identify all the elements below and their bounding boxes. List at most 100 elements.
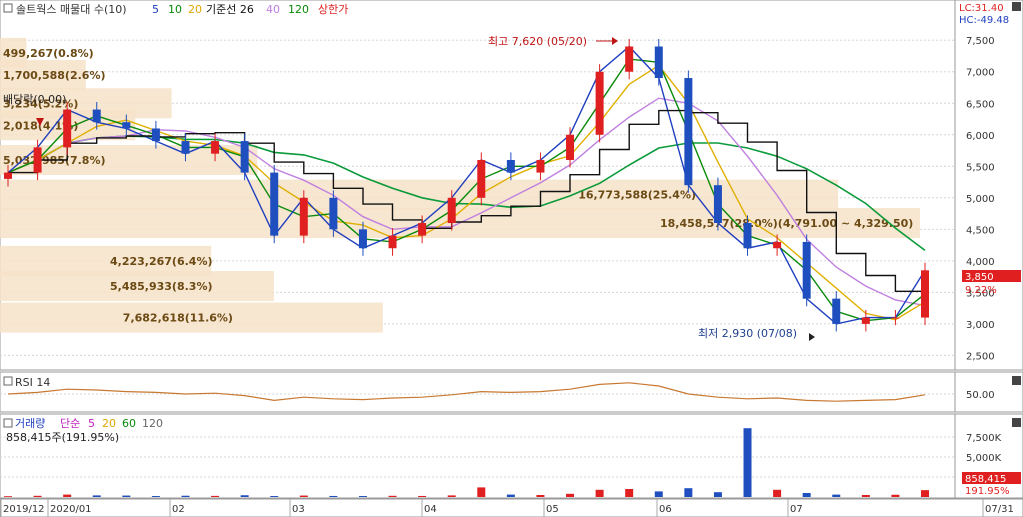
volume-bar — [625, 489, 634, 497]
volume-bar — [240, 495, 249, 497]
candle-body — [536, 159, 545, 173]
legend-base: 기준선 26 — [206, 3, 254, 16]
volume-bar — [447, 495, 456, 497]
volume-bar — [181, 495, 190, 497]
volume-bar — [921, 490, 929, 497]
volume-profile-bar — [0, 179, 839, 210]
legend-title: 솔트웍스 매물대 수(10) — [16, 3, 127, 16]
volume-bar — [861, 495, 870, 497]
price-tick-label: 4,500 — [966, 225, 995, 236]
volume-p5: 5 — [88, 417, 95, 430]
volume-close-button[interactable] — [1012, 418, 1021, 427]
candle-body — [832, 298, 841, 324]
volume-bar — [33, 495, 42, 497]
low-annotation: 최저 2,930 (07/08) — [698, 327, 797, 340]
candle-body — [447, 197, 456, 224]
candle-body — [713, 185, 722, 224]
panel-close-button[interactable] — [1012, 2, 1021, 11]
price-tick-label: 5,500 — [966, 162, 995, 173]
volume-last-value: 858,415 — [965, 474, 1006, 485]
rsi-close-button[interactable] — [1012, 376, 1021, 385]
volume-bar — [329, 495, 338, 497]
volume-bar — [211, 495, 220, 497]
candle-body — [891, 317, 900, 319]
date-label: 04 — [424, 504, 437, 515]
price-tick-label: 4,000 — [966, 257, 995, 268]
legend-ma10: 10 — [168, 3, 182, 16]
candle-body — [625, 46, 634, 72]
dividend-annotation: 배당락(0.00) — [3, 93, 66, 106]
volume-bar — [418, 495, 427, 497]
candle-body — [921, 270, 929, 318]
candle-body — [92, 109, 101, 123]
lc-readout: LC:31.40 — [959, 3, 1004, 14]
date-label: 03 — [292, 504, 305, 515]
volume-profile-label: 1,700,588(2.6%) — [3, 69, 106, 82]
candle-body — [743, 223, 752, 249]
volume-bar — [832, 494, 841, 497]
price-tick-label: 7,000 — [966, 68, 995, 79]
candle-body — [151, 128, 160, 142]
volume-profile-label: 4,223,267(6.4%) — [110, 255, 213, 268]
high-annotation: 최고 7,620 (05/20) — [488, 35, 587, 48]
candle-body — [329, 197, 338, 230]
candle-body — [418, 223, 427, 236]
volume-checkbox[interactable] — [3, 418, 13, 428]
volume-bar — [270, 496, 279, 497]
volume-title: 거래량 — [15, 417, 45, 430]
volume-profile-label: 16,773,588(25.4%) — [578, 189, 696, 202]
date-label: 07 — [790, 504, 803, 515]
price-tick-label: 3,000 — [966, 320, 995, 331]
date-label: 06 — [659, 504, 672, 515]
price-axis-bg — [954, 0, 1023, 371]
volume-bar — [4, 496, 12, 497]
last-price-value: 3,850 — [965, 272, 994, 283]
candle-body — [63, 109, 72, 148]
candle-body — [654, 46, 663, 79]
volume-bar — [684, 488, 693, 497]
candle-body — [684, 78, 693, 186]
volume-p20: 20 — [102, 417, 116, 430]
candle-body — [4, 172, 12, 179]
rsi-tick-label: 50.00 — [966, 390, 995, 401]
volume-simple: 단순 — [60, 417, 80, 430]
candle-body — [861, 317, 870, 324]
volume-bar — [506, 494, 515, 497]
stock-chart: 499,267(0.8%)1,700,588(2.6%)3,234(5.2%)2… — [0, 0, 1023, 517]
date-label: 02 — [172, 504, 185, 515]
volume-bar — [802, 493, 811, 497]
date-label: 2020/01 — [50, 504, 92, 515]
candle-body — [299, 197, 308, 236]
date-axis-bg — [0, 498, 1023, 517]
volume-profile-label: 18,458,577(28.0%)(4,791.00 ~ 4,329.50) — [660, 217, 913, 230]
hc-readout: HC:-49.48 — [959, 15, 1009, 26]
volume-bar — [536, 495, 545, 497]
rsi-checkbox[interactable] — [3, 376, 13, 386]
volume-bar — [566, 493, 575, 497]
volume-bar — [891, 494, 900, 497]
date-label: 05 — [546, 504, 559, 515]
volume-tick-label: 7,500K — [966, 433, 1002, 444]
rsi-title: RSI 14 — [15, 376, 50, 389]
price-tick-label: 7,500 — [966, 36, 995, 47]
volume-bar — [477, 487, 486, 497]
legend-ma40: 40 — [266, 3, 280, 16]
legend-ma20: 20 — [188, 3, 202, 16]
price-tick-label: 6,000 — [966, 131, 995, 142]
candle-body — [358, 229, 367, 249]
candle-body — [477, 159, 486, 198]
candle-body — [211, 141, 220, 154]
candle-body — [773, 241, 782, 249]
last-price-pct: 9.22% — [965, 285, 997, 296]
candle-body — [802, 241, 811, 299]
candle-body — [270, 172, 279, 236]
volume-bar — [122, 495, 131, 497]
legend-checkbox[interactable] — [3, 3, 13, 13]
volume-bar — [773, 489, 782, 497]
date-label: 2019/12 — [3, 504, 45, 515]
price-tick-label: 6,500 — [966, 99, 995, 110]
candle-body — [595, 71, 604, 135]
volume-p60: 60 — [122, 417, 136, 430]
volume-bar — [299, 495, 308, 497]
volume-bar — [713, 492, 722, 497]
